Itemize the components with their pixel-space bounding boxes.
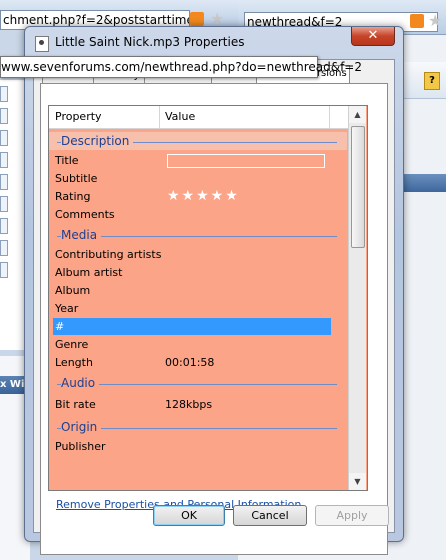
- list-item: [0, 240, 8, 256]
- property-row-bit-rate[interactable]: Bit rate 128kbps: [49, 396, 347, 413]
- column-header-value[interactable]: Value: [165, 110, 195, 123]
- list-item: [0, 130, 8, 146]
- property-row-album[interactable]: Album: [49, 282, 347, 299]
- property-name: Album: [55, 284, 91, 297]
- group-audio: Audio: [49, 374, 347, 392]
- property-name: Comments: [55, 208, 115, 221]
- list-item: [0, 152, 8, 168]
- rss-feed-icon[interactable]: [410, 14, 424, 28]
- property-name: Bit rate: [55, 398, 96, 411]
- property-name: Subtitle: [55, 172, 98, 185]
- list-item: [0, 86, 8, 102]
- property-name: Publisher: [55, 440, 106, 453]
- help-icon[interactable]: ?: [424, 72, 440, 90]
- list-item: [0, 218, 8, 234]
- ok-button[interactable]: OK: [153, 505, 225, 526]
- group-description: Description: [49, 132, 347, 150]
- list-item: [0, 108, 8, 124]
- close-button[interactable]: ✕: [351, 27, 395, 46]
- property-name: Length: [55, 356, 93, 369]
- property-name: Album artist: [55, 266, 123, 279]
- url-tooltip: www.sevenforums.com/newthread.php?do=new…: [0, 56, 362, 78]
- vertical-scrollbar[interactable]: ▲ ▼: [348, 106, 366, 490]
- property-row-comments[interactable]: Comments: [49, 206, 347, 223]
- property-value: 128kbps: [165, 398, 213, 411]
- group-label: Audio: [61, 376, 100, 390]
- property-name: Rating: [55, 190, 91, 203]
- column-header-property[interactable]: Property: [55, 110, 102, 123]
- audio-file-icon: [35, 36, 49, 52]
- favorite-star-icon[interactable]: ★: [428, 13, 442, 29]
- dialog-client-area: General Security Scan results Previous V…: [33, 59, 395, 555]
- cancel-button[interactable]: Cancel: [233, 505, 307, 526]
- column-divider[interactable]: [329, 106, 330, 128]
- column-divider[interactable]: [159, 106, 160, 128]
- browser-toolbar: chment.php?f=2&poststarttime=12 ★: [0, 0, 238, 30]
- properties-list[interactable]: Property Value Description Title Subtitl…: [48, 105, 368, 491]
- group-label: Description: [61, 134, 134, 148]
- title-edit-field[interactable]: [167, 154, 325, 168]
- property-row-genre[interactable]: Genre: [49, 336, 347, 353]
- list-header: Property Value: [49, 106, 349, 129]
- rating-stars-icon[interactable]: ★★★★★: [167, 188, 240, 204]
- dialog-title: Little Saint Nick.mp3 Properties: [55, 35, 245, 49]
- rss-feed-icon[interactable]: [190, 12, 204, 26]
- favorite-star-icon[interactable]: ★: [210, 11, 224, 27]
- group-label: Origin: [61, 420, 102, 434]
- scroll-up-arrow-icon[interactable]: ▲: [349, 106, 366, 123]
- property-name: Genre: [55, 338, 89, 351]
- property-name: Contributing artists: [55, 248, 162, 261]
- property-name: Title: [55, 154, 79, 167]
- group-origin: Origin: [49, 418, 347, 436]
- property-value: 00:01:58: [165, 356, 215, 369]
- property-row-year[interactable]: Year: [49, 300, 347, 317]
- property-row-track-number[interactable]: #: [53, 318, 331, 335]
- properties-dialog: Little Saint Nick.mp3 Properties ✕ Gener…: [24, 26, 404, 555]
- list-item: [0, 174, 8, 190]
- property-name: #: [55, 320, 65, 333]
- scrollbar-thumb[interactable]: [351, 126, 365, 248]
- property-row-rating[interactable]: Rating ★★★★★: [49, 188, 347, 205]
- list-item: [0, 196, 8, 212]
- property-row-title[interactable]: Title: [49, 152, 347, 169]
- property-row-publisher[interactable]: Publisher: [49, 438, 347, 455]
- list-item: [0, 262, 8, 278]
- property-row-length[interactable]: Length 00:01:58: [49, 354, 347, 371]
- group-media: Media: [49, 226, 347, 244]
- apply-button[interactable]: Apply: [315, 505, 389, 526]
- group-label: Media: [61, 228, 102, 242]
- property-row-contributing-artists[interactable]: Contributing artists: [49, 246, 347, 263]
- property-row-album-artist[interactable]: Album artist: [49, 264, 347, 281]
- property-name: Year: [55, 302, 79, 315]
- property-row-subtitle[interactable]: Subtitle: [49, 170, 347, 187]
- scroll-down-arrow-icon[interactable]: ▼: [349, 473, 366, 490]
